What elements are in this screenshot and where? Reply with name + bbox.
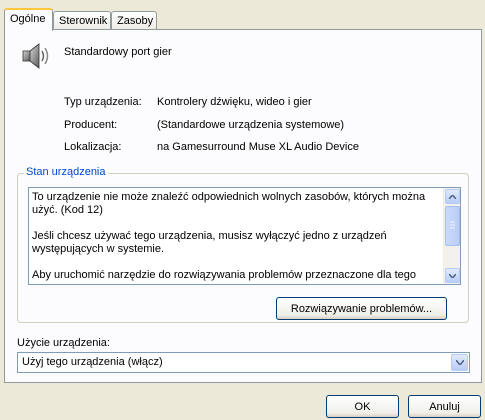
cancel-button[interactable]: Anuluj — [408, 395, 481, 418]
device-usage-dropdown-button[interactable] — [451, 354, 468, 371]
device-type-label: Typ urządzenia: — [64, 96, 142, 108]
grip-icon — [450, 221, 455, 229]
status-scrollbar[interactable] — [443, 188, 460, 284]
status-text: To urządzenie nie może znaleźć odpowiedn… — [32, 191, 440, 295]
tab-resources-label: Zasoby — [117, 15, 154, 27]
status-paragraph: To urządzenie nie może znaleźć odpowiedn… — [32, 191, 426, 216]
device-type-value: Kontrolery dźwięku, wideo i gier — [157, 96, 312, 108]
location-value: na Gamesurround Muse XL Audio Device — [157, 141, 359, 153]
status-textbox[interactable]: To urządzenie nie może znaleźć odpowiedn… — [28, 187, 461, 285]
manufacturer-value: (Standardowe urządzenia systemowe) — [157, 119, 345, 131]
chevron-up-icon — [449, 194, 456, 199]
scroll-up-button[interactable] — [445, 189, 460, 204]
status-paragraph: Aby uruchomić narzędzie do rozwiązywania… — [32, 269, 416, 281]
device-usage-selected-value: Użyj tego urządzenia (włącz) — [22, 356, 163, 368]
tab-driver[interactable]: Sterownik — [53, 11, 111, 30]
tab-strip: Ogólne Sterownik Zasoby — [4, 8, 481, 31]
device-usage-select[interactable]: Użyj tego urządzenia (włącz) — [17, 352, 470, 373]
troubleshoot-button[interactable]: Rozwiązywanie problemów... — [276, 297, 447, 320]
chevron-down-icon — [455, 360, 464, 365]
location-label: Lokalizacja: — [64, 141, 122, 153]
status-paragraph: Jeśli chcesz używać tego urządzenia, mus… — [32, 230, 387, 255]
tab-resources[interactable]: Zasoby — [111, 11, 157, 30]
tab-driver-label: Sterownik — [59, 15, 108, 27]
scroll-down-button[interactable] — [445, 268, 460, 283]
tab-general[interactable]: Ogólne — [4, 8, 53, 31]
device-usage-label: Użycie urządzenia: — [17, 337, 110, 349]
scroll-thumb[interactable] — [445, 206, 460, 246]
ok-button[interactable]: OK — [326, 395, 399, 418]
tab-general-label: Ogólne — [10, 13, 46, 25]
manufacturer-label: Producent: — [64, 119, 118, 131]
speaker-icon — [22, 43, 49, 69]
general-tab-panel: Standardowy port gier Typ urządzenia: Ko… — [4, 29, 482, 383]
device-name: Standardowy port gier — [64, 46, 172, 58]
device-status-group-label: Stan urządzenia — [24, 166, 108, 178]
device-status-group: Stan urządzenia To urządzenie nie może z… — [17, 166, 469, 323]
chevron-down-icon — [449, 273, 456, 278]
